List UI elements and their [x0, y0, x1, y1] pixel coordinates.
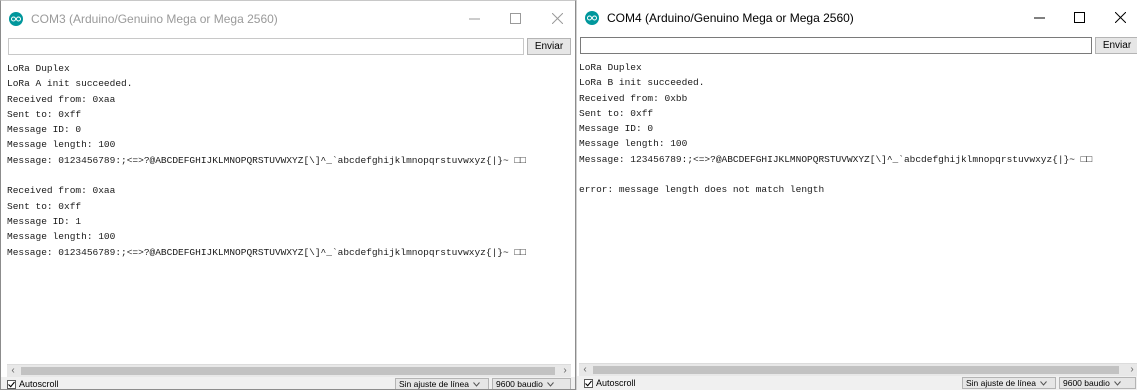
- minimize-icon[interactable]: [457, 1, 491, 35]
- baud-rate-value: 9600 baudio: [1063, 378, 1110, 388]
- arduino-logo-icon: [9, 12, 23, 26]
- scroll-left-arrow-icon[interactable]: ‹: [579, 364, 591, 376]
- chevron-down-icon: [1040, 380, 1047, 386]
- scrollbar-thumb[interactable]: [21, 367, 555, 375]
- output-line: LoRa A init succeeded.: [7, 78, 133, 90]
- output-line: Sent to: 0xff: [579, 107, 654, 119]
- maximize-icon[interactable]: [498, 1, 532, 35]
- scroll-right-arrow-icon[interactable]: ›: [1126, 364, 1137, 376]
- baud-rate-select[interactable]: 9600 baudio: [1059, 377, 1136, 389]
- scrollbar-thumb[interactable]: [593, 366, 1119, 374]
- maximize-icon[interactable]: [1062, 0, 1096, 34]
- output-line: Message length: 100: [579, 138, 688, 150]
- output-line: Message: 0123456789:;<=>?@ABCDEFGHIJKLMN…: [7, 246, 526, 258]
- output-line: Sent to: 0xff: [7, 200, 82, 212]
- output-line: Message: 123456789:;<=>?@ABCDEFGHIJKLMNO…: [579, 153, 1093, 165]
- window-title: COM3 (Arduino/Genuino Mega or Mega 2560): [31, 12, 278, 26]
- output-line: Message ID: 1: [7, 215, 82, 227]
- bottom-bar: Autoscroll Sin ajuste de línea 9600 baud…: [577, 376, 1137, 390]
- send-button[interactable]: Enviar: [1095, 37, 1137, 54]
- window-title: COM4 (Arduino/Genuino Mega or Mega 2560): [607, 11, 854, 25]
- baud-rate-value: 9600 baudio: [496, 379, 543, 389]
- autoscroll-checkbox[interactable]: Autoscroll: [584, 376, 636, 390]
- output-line: Received from: 0xbb: [579, 92, 688, 104]
- serial-monitor-window-com3: COM3 (Arduino/Genuino Mega or Mega 2560)…: [0, 0, 576, 390]
- output-line: Message: 0123456789:;<=>?@ABCDEFGHIJKLMN…: [7, 154, 526, 166]
- title-bar[interactable]: COM3 (Arduino/Genuino Mega or Mega 2560): [1, 1, 575, 35]
- serial-output[interactable]: LoRa Duplex LoRa B init succeeded. Recei…: [579, 60, 1137, 363]
- send-row: Enviar: [580, 36, 1137, 56]
- output-line: LoRa Duplex: [7, 63, 70, 74]
- line-ending-value: Sin ajuste de línea: [966, 378, 1036, 388]
- scroll-left-arrow-icon[interactable]: ‹: [7, 365, 19, 377]
- horizontal-scrollbar[interactable]: ‹ ›: [7, 364, 571, 377]
- output-line: Message length: 100: [7, 139, 116, 151]
- baud-rate-select[interactable]: 9600 baudio: [492, 378, 571, 389]
- output-line: Received from: 0xaa: [7, 185, 116, 197]
- autoscroll-checkbox[interactable]: Autoscroll: [7, 377, 59, 389]
- output-line: error: message length does not match len…: [579, 184, 825, 196]
- output-line: Sent to: 0xff: [7, 108, 82, 120]
- output-line: Received from: 0xaa: [7, 93, 116, 105]
- chevron-down-icon: [473, 381, 480, 387]
- line-ending-select[interactable]: Sin ajuste de línea: [962, 377, 1056, 389]
- serial-output[interactable]: LoRa Duplex LoRa A init succeeded. Recei…: [7, 61, 575, 364]
- horizontal-scrollbar[interactable]: ‹ ›: [579, 363, 1137, 376]
- arduino-logo-icon: [585, 11, 599, 25]
- autoscroll-label: Autoscroll: [596, 378, 636, 388]
- close-icon[interactable]: [540, 1, 574, 35]
- output-line: Message ID: 0: [7, 124, 82, 136]
- send-input[interactable]: [580, 37, 1092, 54]
- autoscroll-label: Autoscroll: [19, 379, 59, 389]
- output-line: Message ID: 0: [579, 123, 654, 135]
- output-line: Message length: 100: [7, 231, 116, 243]
- send-button[interactable]: Enviar: [527, 38, 571, 55]
- output-line: LoRa Duplex: [579, 62, 642, 73]
- checkmark-icon[interactable]: [584, 378, 593, 388]
- title-bar[interactable]: COM4 (Arduino/Genuino Mega or Mega 2560): [577, 0, 1137, 34]
- chevron-down-icon: [1113, 380, 1121, 386]
- bottom-bar: Autoscroll Sin ajuste de línea 9600 baud…: [1, 377, 575, 389]
- line-ending-value: Sin ajuste de línea: [399, 379, 469, 389]
- minimize-icon[interactable]: [1022, 0, 1056, 34]
- checkmark-icon[interactable]: [7, 379, 16, 389]
- output-line: LoRa B init succeeded.: [579, 77, 705, 89]
- chevron-down-icon: [546, 381, 554, 387]
- close-icon[interactable]: [1103, 0, 1137, 34]
- send-input[interactable]: [8, 38, 524, 55]
- send-row: Enviar: [5, 37, 571, 57]
- line-ending-select[interactable]: Sin ajuste de línea: [395, 378, 489, 389]
- scroll-right-arrow-icon[interactable]: ›: [559, 365, 571, 377]
- serial-monitor-window-com4: COM4 (Arduino/Genuino Mega or Mega 2560)…: [576, 0, 1137, 390]
